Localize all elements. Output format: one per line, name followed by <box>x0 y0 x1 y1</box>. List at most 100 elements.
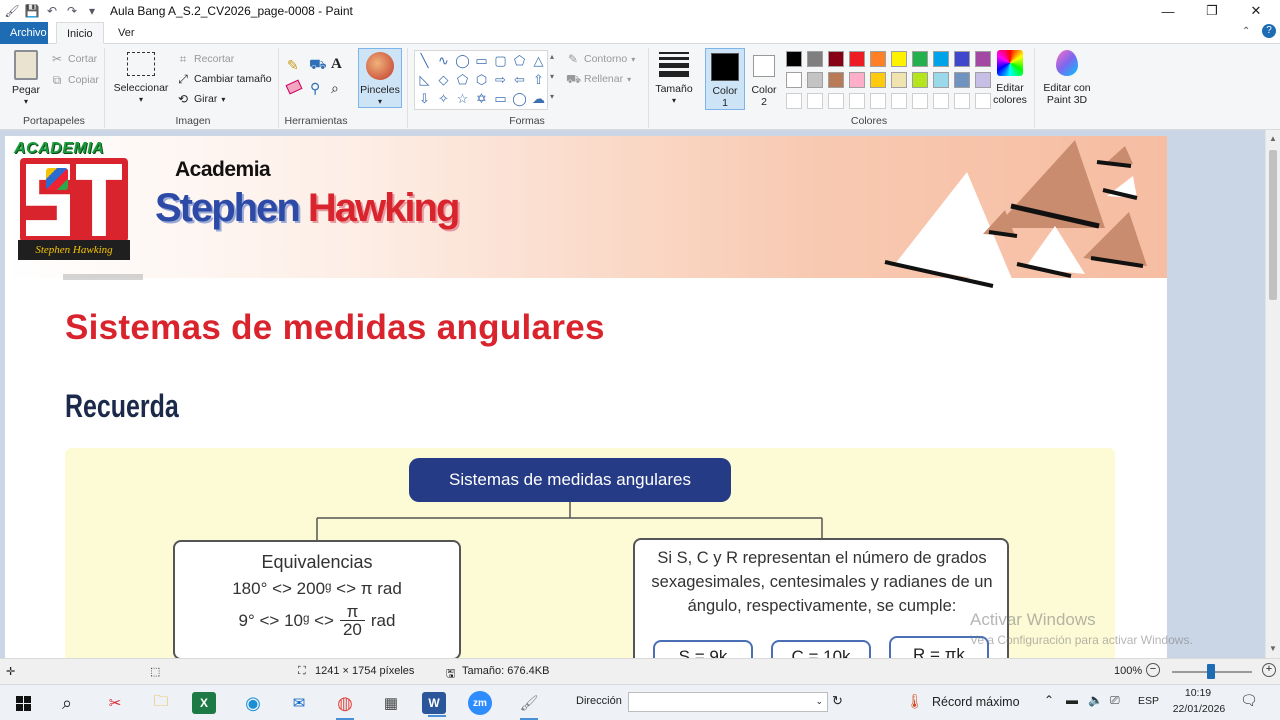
palette-swatch[interactable] <box>870 51 886 67</box>
windows-start-icon[interactable] <box>8 689 38 717</box>
help-icon[interactable]: ? <box>1262 24 1276 38</box>
custom-color-slot[interactable] <box>870 93 886 109</box>
address-input[interactable]: ⌄ <box>628 692 828 712</box>
text-icon[interactable]: A <box>331 56 342 73</box>
paint-taskbar-icon[interactable]: 🖌 <box>514 689 544 720</box>
magnifier-icon[interactable]: ⌕ <box>331 80 339 97</box>
chrome-icon[interactable]: ◍ <box>330 689 360 720</box>
scroll-down-icon[interactable]: ▼ <box>1269 644 1277 653</box>
color-picker-icon[interactable]: ⚲ <box>310 80 320 97</box>
palette-swatch[interactable] <box>891 72 907 88</box>
network-icon[interactable]: ▬ <box>1066 693 1078 707</box>
crop-button[interactable]: ⌗ Recortar <box>176 52 235 66</box>
customize-quick-access-icon[interactable]: ▾ <box>84 3 100 19</box>
pentagon-shape-icon[interactable]: ⬠ <box>453 70 472 89</box>
maximize-button[interactable]: ❐ <box>1190 0 1234 22</box>
weather-record-label[interactable]: Récord máximo <box>932 695 1020 709</box>
edit-paint3d-button[interactable]: Editar con Paint 3D <box>1038 50 1096 106</box>
vertical-scrollbar[interactable]: ▲ ▼ <box>1265 130 1280 658</box>
palette-swatch[interactable] <box>807 51 823 67</box>
language-indicator[interactable]: ESP <box>1138 695 1159 707</box>
up-arrow-shape-icon[interactable]: ⇧ <box>529 70 548 89</box>
refresh-icon[interactable]: ↻ <box>832 693 843 709</box>
palette-swatch[interactable] <box>933 72 949 88</box>
custom-color-slot[interactable] <box>891 93 907 109</box>
volume-icon[interactable]: 🔈 <box>1088 693 1103 707</box>
custom-color-slot[interactable] <box>933 93 949 109</box>
palette-swatch[interactable] <box>828 72 844 88</box>
five-point-star-icon[interactable]: ☆ <box>453 89 472 108</box>
palette-swatch[interactable] <box>933 51 949 67</box>
edge-icon[interactable]: ◉ <box>238 689 268 717</box>
search-icon[interactable]: ⌕ <box>52 689 82 717</box>
palette-swatch[interactable] <box>807 72 823 88</box>
snipping-tool-icon[interactable]: ✂ <box>100 689 130 717</box>
six-point-star-icon[interactable]: ✡ <box>472 89 491 108</box>
four-point-star-icon[interactable]: ✧ <box>434 89 453 108</box>
paste-button[interactable]: Pegar ▾ <box>8 50 44 108</box>
eraser-icon[interactable] <box>285 79 303 95</box>
calculator-icon[interactable]: ▦ <box>376 689 406 717</box>
down-arrow-shape-icon[interactable]: ⇩ <box>415 89 434 108</box>
outlook-icon[interactable]: ✉ <box>284 689 314 717</box>
undo-icon[interactable]: ↶ <box>44 3 60 19</box>
redo-icon[interactable]: ↷ <box>64 3 80 19</box>
palette-swatch[interactable] <box>954 72 970 88</box>
canvas-area[interactable]: ACADEMIA Stephen Hawking Academia Stephe… <box>0 130 1265 658</box>
outline-button[interactable]: ✎ Contorno ▾ <box>566 52 635 66</box>
resize-button[interactable]: ⤢ Cambiar tamaño <box>176 72 271 86</box>
callout-oval-icon[interactable]: ◯ <box>510 89 529 108</box>
address-dropdown-icon[interactable]: ⌄ <box>815 696 823 707</box>
hexagon-shape-icon[interactable]: ⬡ <box>472 70 491 89</box>
zoom-in-icon[interactable]: + <box>1262 663 1276 677</box>
show-hidden-icons[interactable]: ⌃ <box>1044 693 1054 707</box>
zoom-app-icon[interactable]: zm <box>468 691 492 715</box>
palette-swatch[interactable] <box>870 72 886 88</box>
custom-color-slot[interactable] <box>786 93 802 109</box>
fill-shape-button[interactable]: ⛟ Rellenar ▾ <box>566 72 631 86</box>
tab-ver[interactable]: Ver <box>108 22 145 44</box>
scroll-up-icon[interactable]: ▲ <box>1269 134 1277 143</box>
callout-cloud-icon[interactable]: ☁ <box>529 89 548 108</box>
excel-icon[interactable]: X <box>192 692 216 714</box>
minimize-button[interactable]: — <box>1146 0 1190 22</box>
right-triangle-shape-icon[interactable]: ◺ <box>415 70 434 89</box>
palette-swatch[interactable] <box>786 72 802 88</box>
custom-color-slot[interactable] <box>954 93 970 109</box>
notifications-icon[interactable]: 🗨 <box>1240 692 1258 709</box>
palette-swatch[interactable] <box>912 72 928 88</box>
palette-swatch[interactable] <box>975 72 991 88</box>
custom-color-slot[interactable] <box>828 93 844 109</box>
cut-button[interactable]: ✂ Cortar <box>50 52 97 66</box>
close-button[interactable]: ✕ <box>1234 0 1278 22</box>
shapes-gallery[interactable]: ╲ ∿ ◯ ▭ ▢ ⬠ △ ◺ ◇ ⬠ ⬡ ⇨ ⇦ ⇧ ⇩ ✧ ☆ ✡ ▭ ◯ ☁ <box>414 50 548 110</box>
edit-colors-button[interactable]: Editar colores <box>990 50 1030 106</box>
line-shape-icon[interactable]: ╲ <box>415 51 434 70</box>
scroll-thumb[interactable] <box>1269 150 1277 300</box>
palette-swatch[interactable] <box>975 51 991 67</box>
fill-icon[interactable]: ⛟ <box>309 56 327 75</box>
zoom-out-icon[interactable]: − <box>1146 663 1160 677</box>
left-arrow-shape-icon[interactable]: ⇦ <box>510 70 529 89</box>
word-icon[interactable]: W <box>422 692 446 717</box>
palette-swatch[interactable] <box>849 51 865 67</box>
palette-swatch[interactable] <box>954 51 970 67</box>
shapes-scroll-down-icon[interactable]: ▾ <box>550 72 554 81</box>
palette-swatch[interactable] <box>849 72 865 88</box>
image-canvas[interactable]: ACADEMIA Stephen Hawking Academia Stephe… <box>5 136 1167 658</box>
curve-shape-icon[interactable]: ∿ <box>434 51 453 70</box>
tab-inicio[interactable]: Inicio <box>56 22 104 44</box>
triangle-shape-icon[interactable]: △ <box>529 51 548 70</box>
tab-archivo[interactable]: Archivo <box>0 22 48 44</box>
rotate-button[interactable]: ⟲ Girar ▾ <box>176 92 225 106</box>
custom-color-slot[interactable] <box>975 93 991 109</box>
right-arrow-shape-icon[interactable]: ⇨ <box>491 70 510 89</box>
custom-color-slot[interactable] <box>807 93 823 109</box>
palette-swatch[interactable] <box>912 51 928 67</box>
callout-rect-icon[interactable]: ▭ <box>491 89 510 108</box>
collapse-ribbon-icon[interactable]: ⌃ <box>1242 26 1250 37</box>
palette-swatch[interactable] <box>891 51 907 67</box>
shapes-scroll-up-icon[interactable]: ▴ <box>550 52 554 61</box>
clock-time[interactable]: 10:19 <box>1170 687 1226 699</box>
file-explorer-icon[interactable]: 🗀 <box>146 689 176 717</box>
